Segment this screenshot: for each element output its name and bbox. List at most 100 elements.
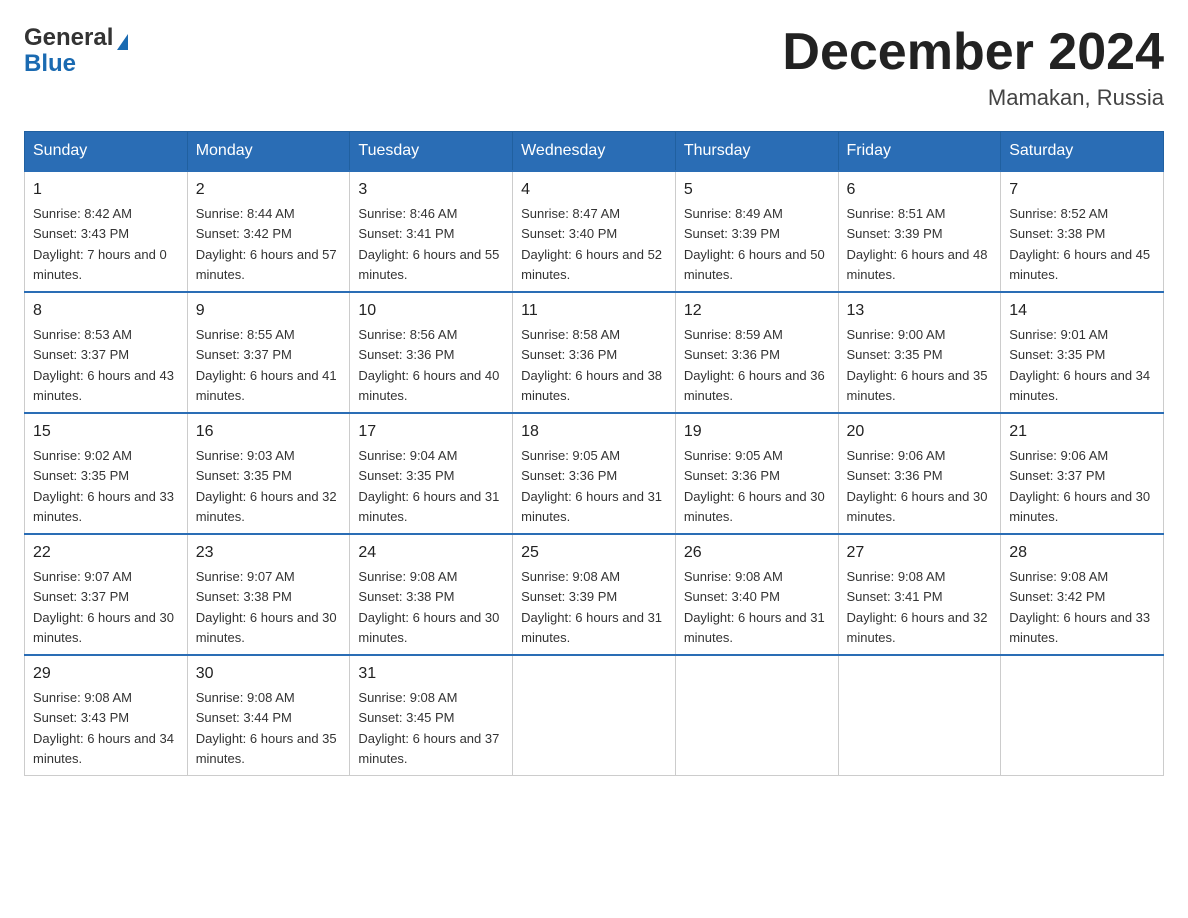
- cell-w1-d2: 3 Sunrise: 8:46 AMSunset: 3:41 PMDayligh…: [350, 171, 513, 292]
- cell-w3-d3: 18 Sunrise: 9:05 AMSunset: 3:36 PMDaylig…: [513, 413, 676, 534]
- cell-w1-d4: 5 Sunrise: 8:49 AMSunset: 3:39 PMDayligh…: [675, 171, 838, 292]
- day-info: Sunrise: 8:51 AMSunset: 3:39 PMDaylight:…: [847, 206, 988, 282]
- day-number: 22: [33, 541, 179, 565]
- page-header: General Blue December 2024 Mamakan, Russ…: [24, 24, 1164, 111]
- header-friday: Friday: [838, 132, 1001, 172]
- cell-w2-d0: 8 Sunrise: 8:53 AMSunset: 3:37 PMDayligh…: [25, 292, 188, 413]
- logo-blue-text: Blue: [24, 50, 76, 78]
- logo-general-text: General: [24, 24, 113, 52]
- day-info: Sunrise: 9:08 AMSunset: 3:42 PMDaylight:…: [1009, 569, 1150, 645]
- week-row-3: 15 Sunrise: 9:02 AMSunset: 3:35 PMDaylig…: [25, 413, 1164, 534]
- week-row-4: 22 Sunrise: 9:07 AMSunset: 3:37 PMDaylig…: [25, 534, 1164, 655]
- calendar-body: 1 Sunrise: 8:42 AMSunset: 3:43 PMDayligh…: [25, 171, 1164, 776]
- cell-w5-d5: [838, 655, 1001, 776]
- logo-triangle-icon: [117, 34, 128, 50]
- day-info: Sunrise: 8:53 AMSunset: 3:37 PMDaylight:…: [33, 327, 174, 403]
- day-number: 11: [521, 299, 667, 323]
- day-number: 2: [196, 178, 342, 202]
- day-number: 25: [521, 541, 667, 565]
- day-number: 29: [33, 662, 179, 686]
- header-tuesday: Tuesday: [350, 132, 513, 172]
- day-info: Sunrise: 9:08 AMSunset: 3:44 PMDaylight:…: [196, 690, 337, 766]
- day-number: 14: [1009, 299, 1155, 323]
- cell-w1-d6: 7 Sunrise: 8:52 AMSunset: 3:38 PMDayligh…: [1001, 171, 1164, 292]
- day-info: Sunrise: 9:08 AMSunset: 3:39 PMDaylight:…: [521, 569, 662, 645]
- day-number: 5: [684, 178, 830, 202]
- day-info: Sunrise: 9:00 AMSunset: 3:35 PMDaylight:…: [847, 327, 988, 403]
- day-info: Sunrise: 8:55 AMSunset: 3:37 PMDaylight:…: [196, 327, 337, 403]
- day-number: 10: [358, 299, 504, 323]
- day-number: 4: [521, 178, 667, 202]
- day-number: 7: [1009, 178, 1155, 202]
- cell-w2-d5: 13 Sunrise: 9:00 AMSunset: 3:35 PMDaylig…: [838, 292, 1001, 413]
- cell-w5-d2: 31 Sunrise: 9:08 AMSunset: 3:45 PMDaylig…: [350, 655, 513, 776]
- cell-w2-d6: 14 Sunrise: 9:01 AMSunset: 3:35 PMDaylig…: [1001, 292, 1164, 413]
- day-number: 8: [33, 299, 179, 323]
- day-info: Sunrise: 9:08 AMSunset: 3:41 PMDaylight:…: [847, 569, 988, 645]
- day-number: 12: [684, 299, 830, 323]
- cell-w3-d2: 17 Sunrise: 9:04 AMSunset: 3:35 PMDaylig…: [350, 413, 513, 534]
- day-number: 17: [358, 420, 504, 444]
- cell-w4-d4: 26 Sunrise: 9:08 AMSunset: 3:40 PMDaylig…: [675, 534, 838, 655]
- calendar-title: December 2024: [782, 24, 1164, 81]
- cell-w1-d0: 1 Sunrise: 8:42 AMSunset: 3:43 PMDayligh…: [25, 171, 188, 292]
- calendar-table: Sunday Monday Tuesday Wednesday Thursday…: [24, 131, 1164, 776]
- header-sunday: Sunday: [25, 132, 188, 172]
- cell-w3-d0: 15 Sunrise: 9:02 AMSunset: 3:35 PMDaylig…: [25, 413, 188, 534]
- cell-w4-d6: 28 Sunrise: 9:08 AMSunset: 3:42 PMDaylig…: [1001, 534, 1164, 655]
- cell-w1-d3: 4 Sunrise: 8:47 AMSunset: 3:40 PMDayligh…: [513, 171, 676, 292]
- day-number: 27: [847, 541, 993, 565]
- day-info: Sunrise: 9:01 AMSunset: 3:35 PMDaylight:…: [1009, 327, 1150, 403]
- cell-w4-d5: 27 Sunrise: 9:08 AMSunset: 3:41 PMDaylig…: [838, 534, 1001, 655]
- header-monday: Monday: [187, 132, 350, 172]
- day-info: Sunrise: 9:05 AMSunset: 3:36 PMDaylight:…: [684, 448, 825, 524]
- day-info: Sunrise: 9:08 AMSunset: 3:43 PMDaylight:…: [33, 690, 174, 766]
- day-info: Sunrise: 9:07 AMSunset: 3:37 PMDaylight:…: [33, 569, 174, 645]
- cell-w2-d2: 10 Sunrise: 8:56 AMSunset: 3:36 PMDaylig…: [350, 292, 513, 413]
- day-number: 3: [358, 178, 504, 202]
- cell-w2-d3: 11 Sunrise: 8:58 AMSunset: 3:36 PMDaylig…: [513, 292, 676, 413]
- day-info: Sunrise: 9:02 AMSunset: 3:35 PMDaylight:…: [33, 448, 174, 524]
- day-info: Sunrise: 8:46 AMSunset: 3:41 PMDaylight:…: [358, 206, 499, 282]
- day-info: Sunrise: 8:44 AMSunset: 3:42 PMDaylight:…: [196, 206, 337, 282]
- cell-w1-d5: 6 Sunrise: 8:51 AMSunset: 3:39 PMDayligh…: [838, 171, 1001, 292]
- day-info: Sunrise: 9:08 AMSunset: 3:38 PMDaylight:…: [358, 569, 499, 645]
- cell-w3-d1: 16 Sunrise: 9:03 AMSunset: 3:35 PMDaylig…: [187, 413, 350, 534]
- day-number: 30: [196, 662, 342, 686]
- week-row-2: 8 Sunrise: 8:53 AMSunset: 3:37 PMDayligh…: [25, 292, 1164, 413]
- cell-w1-d1: 2 Sunrise: 8:44 AMSunset: 3:42 PMDayligh…: [187, 171, 350, 292]
- day-info: Sunrise: 8:58 AMSunset: 3:36 PMDaylight:…: [521, 327, 662, 403]
- day-number: 19: [684, 420, 830, 444]
- header-thursday: Thursday: [675, 132, 838, 172]
- cell-w3-d4: 19 Sunrise: 9:05 AMSunset: 3:36 PMDaylig…: [675, 413, 838, 534]
- day-info: Sunrise: 9:05 AMSunset: 3:36 PMDaylight:…: [521, 448, 662, 524]
- day-info: Sunrise: 8:47 AMSunset: 3:40 PMDaylight:…: [521, 206, 662, 282]
- day-number: 1: [33, 178, 179, 202]
- day-number: 16: [196, 420, 342, 444]
- day-number: 24: [358, 541, 504, 565]
- week-row-5: 29 Sunrise: 9:08 AMSunset: 3:43 PMDaylig…: [25, 655, 1164, 776]
- cell-w5-d4: [675, 655, 838, 776]
- cell-w4-d1: 23 Sunrise: 9:07 AMSunset: 3:38 PMDaylig…: [187, 534, 350, 655]
- day-number: 9: [196, 299, 342, 323]
- week-row-1: 1 Sunrise: 8:42 AMSunset: 3:43 PMDayligh…: [25, 171, 1164, 292]
- day-info: Sunrise: 9:04 AMSunset: 3:35 PMDaylight:…: [358, 448, 499, 524]
- title-block: December 2024 Mamakan, Russia: [782, 24, 1164, 111]
- cell-w5-d6: [1001, 655, 1164, 776]
- cell-w2-d4: 12 Sunrise: 8:59 AMSunset: 3:36 PMDaylig…: [675, 292, 838, 413]
- day-number: 26: [684, 541, 830, 565]
- day-info: Sunrise: 8:42 AMSunset: 3:43 PMDaylight:…: [33, 206, 167, 282]
- day-info: Sunrise: 9:08 AMSunset: 3:45 PMDaylight:…: [358, 690, 499, 766]
- header-wednesday: Wednesday: [513, 132, 676, 172]
- cell-w4-d2: 24 Sunrise: 9:08 AMSunset: 3:38 PMDaylig…: [350, 534, 513, 655]
- cell-w5-d1: 30 Sunrise: 9:08 AMSunset: 3:44 PMDaylig…: [187, 655, 350, 776]
- day-number: 23: [196, 541, 342, 565]
- day-number: 31: [358, 662, 504, 686]
- calendar-subtitle: Mamakan, Russia: [782, 85, 1164, 111]
- day-number: 28: [1009, 541, 1155, 565]
- cell-w3-d5: 20 Sunrise: 9:06 AMSunset: 3:36 PMDaylig…: [838, 413, 1001, 534]
- header-saturday: Saturday: [1001, 132, 1164, 172]
- day-info: Sunrise: 8:49 AMSunset: 3:39 PMDaylight:…: [684, 206, 825, 282]
- header-row: Sunday Monday Tuesday Wednesday Thursday…: [25, 132, 1164, 172]
- day-number: 18: [521, 420, 667, 444]
